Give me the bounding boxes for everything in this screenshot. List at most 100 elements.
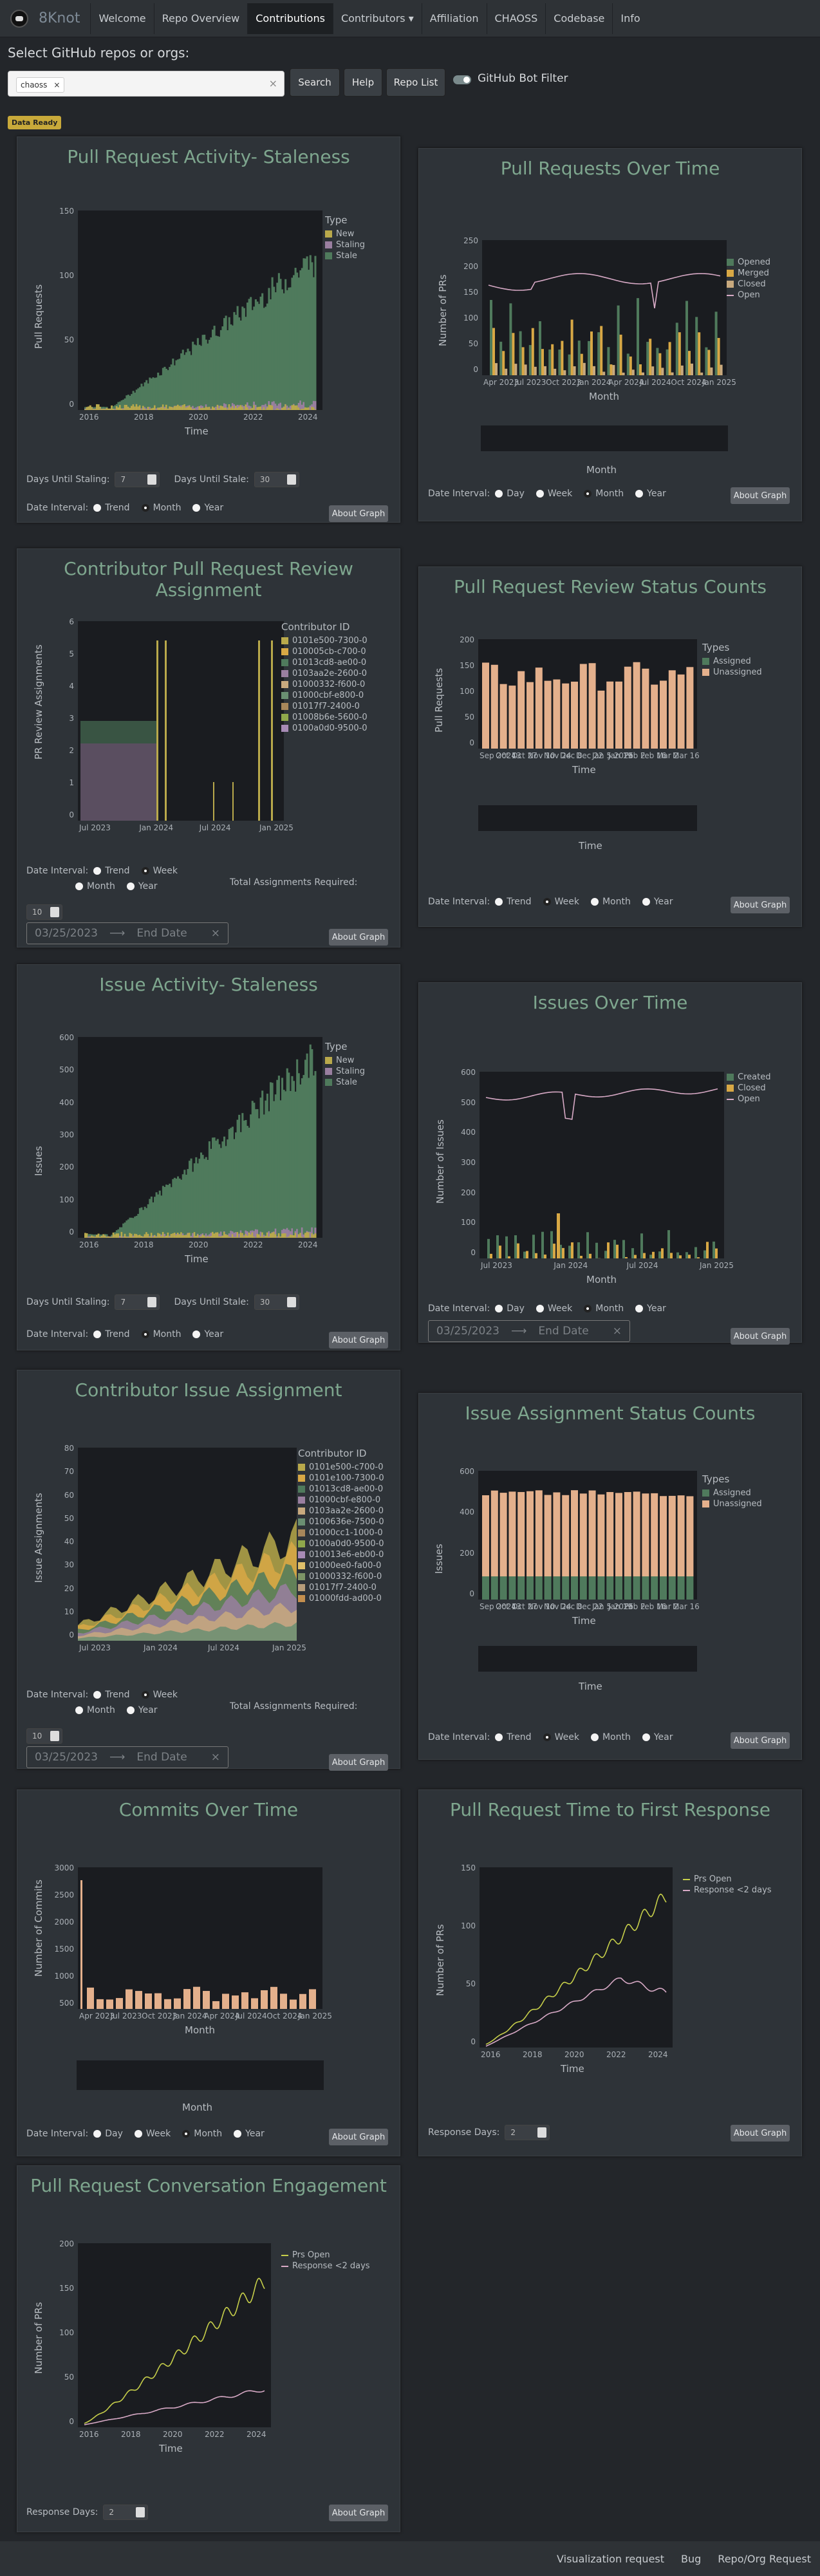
radio-week[interactable]: Week bbox=[543, 897, 579, 907]
radio-button[interactable] bbox=[93, 2130, 102, 2138]
radio-button[interactable] bbox=[642, 1733, 650, 1741]
stal-input[interactable]: 7 bbox=[115, 1294, 160, 1310]
radio-week[interactable]: Week bbox=[536, 1303, 572, 1314]
contrib_issue-legend-item[interactable]: 01000332-f600-0 bbox=[298, 1571, 384, 1582]
radio-month[interactable]: Month bbox=[141, 1329, 181, 1339]
start-date-input[interactable]: 03/25/2023 bbox=[35, 1751, 98, 1764]
commits-range-slider[interactable] bbox=[77, 2060, 324, 2090]
nav-info[interactable]: Info bbox=[612, 3, 648, 34]
radio-button[interactable] bbox=[584, 490, 592, 498]
radio-week[interactable]: Week bbox=[141, 1690, 178, 1700]
contrib_issue-legend-item[interactable]: 0103aa2e-2600-0 bbox=[298, 1506, 384, 1517]
conv-number-input[interactable]: 2 bbox=[103, 2505, 149, 2520]
pr_time-legend-item[interactable]: Merged bbox=[727, 268, 770, 279]
pr_stale-legend-item[interactable]: New bbox=[325, 229, 365, 239]
radio-month[interactable]: Month bbox=[75, 881, 115, 891]
contrib_issue-legend-item[interactable]: 01017f7-2400-0 bbox=[298, 1582, 384, 1593]
radio-year[interactable]: Year bbox=[234, 2129, 265, 2139]
footer-visualization-request[interactable]: Visualization request bbox=[557, 2553, 664, 2565]
radio-button[interactable] bbox=[75, 882, 83, 890]
contrib_pr-legend-item[interactable]: 0100a0d0-9500-0 bbox=[281, 723, 368, 734]
contrib_pr-legend-item[interactable]: 01000cbf-e800-0 bbox=[281, 690, 368, 701]
spinner-icon[interactable] bbox=[286, 474, 296, 485]
clear-date-icon[interactable]: × bbox=[613, 1325, 622, 1338]
radio-year[interactable]: Year bbox=[192, 503, 223, 513]
radio-button[interactable] bbox=[134, 2130, 142, 2138]
spinner-icon[interactable] bbox=[50, 1731, 59, 1741]
first_resp-about-button[interactable]: About Graph bbox=[731, 2125, 790, 2142]
radio-month[interactable]: Month bbox=[75, 1705, 115, 1715]
pr_time-legend-item[interactable]: Open bbox=[727, 290, 770, 301]
nav-repo-overview[interactable]: Repo Overview bbox=[153, 3, 248, 34]
clear-icon[interactable]: × bbox=[269, 77, 277, 89]
contrib_issue-number-input[interactable]: 10 bbox=[26, 1728, 62, 1744]
contrib_issue-legend-item[interactable]: 0101e500-c700-0 bbox=[298, 1462, 384, 1473]
contrib_issue-legend-item[interactable]: 010013e6-eb00-0 bbox=[298, 1549, 384, 1560]
pr_review-about-button[interactable]: About Graph bbox=[731, 897, 790, 913]
contrib_issue-about-button[interactable]: About Graph bbox=[329, 1754, 388, 1771]
first_resp-legend-item[interactable]: Prs Open bbox=[683, 1874, 772, 1885]
contrib_pr-legend-item[interactable]: 01013cd8-ae00-0 bbox=[281, 657, 368, 668]
radio-button[interactable] bbox=[495, 490, 503, 498]
radio-week[interactable]: Week bbox=[141, 866, 178, 876]
nav-contributors-dropdown[interactable]: Contributors ▾ bbox=[332, 3, 422, 34]
contrib_issue-legend-item[interactable]: 01000fdd-ad00-0 bbox=[298, 1593, 384, 1604]
end-date-input[interactable]: End Date bbox=[136, 927, 187, 940]
contrib_pr-date-range[interactable]: 03/25/2023 ⟶ End Date × bbox=[26, 922, 228, 944]
contrib_pr-number-input[interactable]: 10 bbox=[26, 904, 62, 920]
radio-button[interactable] bbox=[642, 898, 650, 906]
pr_time-range-slider[interactable] bbox=[481, 425, 728, 451]
issue_assign-legend-item[interactable]: Assigned bbox=[702, 1488, 762, 1498]
issue_time-date-range[interactable]: 03/25/2023 ⟶ End Date × bbox=[428, 1320, 630, 1342]
radio-button[interactable] bbox=[141, 504, 149, 512]
radio-button[interactable] bbox=[93, 1691, 102, 1699]
spinner-icon[interactable] bbox=[136, 2507, 145, 2517]
bot-filter-toggle[interactable] bbox=[453, 75, 471, 84]
issue_stale-about-button[interactable]: About Graph bbox=[329, 1332, 388, 1349]
radio-button[interactable] bbox=[93, 867, 102, 875]
radio-year[interactable]: Year bbox=[126, 881, 158, 891]
contrib_issue-date-range[interactable]: 03/25/2023 ⟶ End Date × bbox=[26, 1746, 228, 1768]
radio-button[interactable] bbox=[234, 2130, 242, 2138]
radio-button[interactable] bbox=[141, 867, 149, 875]
radio-week[interactable]: Week bbox=[536, 489, 572, 499]
radio-button[interactable] bbox=[543, 1733, 551, 1741]
radio-week[interactable]: Week bbox=[134, 2129, 171, 2139]
spinner-icon[interactable] bbox=[147, 1297, 157, 1307]
radio-button[interactable] bbox=[182, 2130, 191, 2138]
pr_time-legend-item[interactable]: Closed bbox=[727, 279, 770, 290]
radio-month[interactable]: Month bbox=[182, 2129, 222, 2139]
radio-trend[interactable]: Trend bbox=[93, 503, 130, 513]
radio-button[interactable] bbox=[495, 1305, 503, 1312]
radio-month[interactable]: Month bbox=[584, 489, 624, 499]
radio-button[interactable] bbox=[635, 1305, 644, 1312]
contrib_pr-legend-item[interactable]: 01008b6e-5600-0 bbox=[281, 712, 368, 723]
pr_stale-legend-item[interactable]: Stale bbox=[325, 250, 365, 261]
repo-list-button[interactable]: Repo List bbox=[386, 68, 445, 97]
issue_assign-about-button[interactable]: About Graph bbox=[731, 1732, 790, 1749]
contrib_issue-legend-item[interactable]: 0100636e-7500-0 bbox=[298, 1517, 384, 1527]
contrib_pr-about-button[interactable]: About Graph bbox=[329, 929, 388, 946]
spinner-icon[interactable] bbox=[286, 1297, 296, 1307]
radio-button[interactable] bbox=[495, 898, 503, 906]
radio-button[interactable] bbox=[93, 1330, 102, 1338]
commits-about-button[interactable]: About Graph bbox=[329, 2129, 388, 2145]
chip-remove-icon[interactable]: × bbox=[53, 80, 60, 89]
help-button[interactable]: Help bbox=[344, 68, 382, 97]
contrib_issue-legend-item[interactable]: 01000cbf-e800-0 bbox=[298, 1495, 384, 1506]
issue_stale-legend-item[interactable]: Staling bbox=[325, 1066, 365, 1077]
radio-trend[interactable]: Trend bbox=[495, 1732, 532, 1742]
issue_time-legend-item[interactable]: Open bbox=[727, 1094, 770, 1105]
nav-contributions[interactable]: Contributions bbox=[247, 3, 333, 34]
radio-day[interactable]: Day bbox=[495, 1303, 525, 1314]
footer-repo-request[interactable]: Repo/Org Request bbox=[718, 2553, 811, 2565]
contrib_pr-legend-item[interactable]: 0101e500-7300-0 bbox=[281, 635, 368, 646]
radio-year[interactable]: Year bbox=[635, 489, 666, 499]
conv-about-button[interactable]: About Graph bbox=[329, 2505, 388, 2521]
radio-button[interactable] bbox=[635, 490, 644, 498]
issue_stale-legend-item[interactable]: Stale bbox=[325, 1077, 365, 1088]
clear-date-icon[interactable]: × bbox=[211, 1751, 220, 1764]
radio-button[interactable] bbox=[495, 1733, 503, 1741]
radio-year[interactable]: Year bbox=[126, 1705, 158, 1715]
contrib_pr-legend-item[interactable]: 01000332-f600-0 bbox=[281, 679, 368, 690]
